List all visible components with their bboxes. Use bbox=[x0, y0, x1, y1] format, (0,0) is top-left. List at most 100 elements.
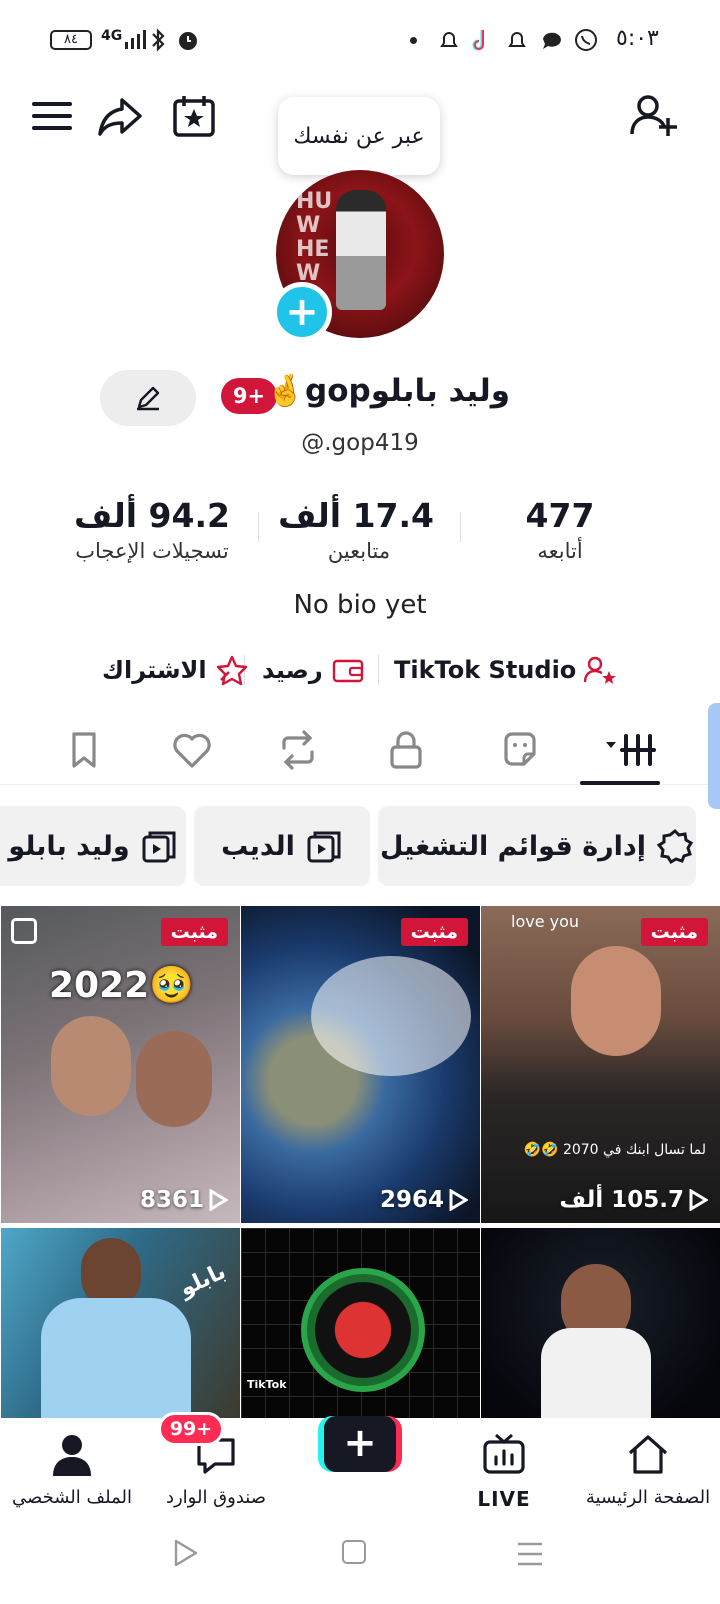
video-caption: لما تسال ابنك في 2070 🤣🤣 bbox=[523, 1142, 706, 1158]
profile-icon bbox=[53, 1435, 91, 1476]
notification-dot-icon bbox=[410, 37, 417, 44]
view-count: 8361 bbox=[140, 1187, 228, 1213]
divider bbox=[258, 512, 259, 542]
manage-playlists-chip[interactable]: إدارة قوائم التشغيل bbox=[378, 806, 696, 886]
view-count-value: 8361 bbox=[139, 1187, 204, 1213]
select-checkbox[interactable] bbox=[11, 918, 37, 944]
create-button[interactable]: + bbox=[318, 1416, 402, 1472]
nav-live-label: LIVE bbox=[477, 1487, 531, 1511]
likes-label: تسجيلات الإعجاب bbox=[75, 539, 229, 563]
gear-icon bbox=[656, 828, 694, 865]
grid-icon bbox=[606, 734, 656, 766]
playlist-chip-deep[interactable]: الديب bbox=[194, 806, 370, 886]
nav-profile-label: الملف الشخصي bbox=[12, 1487, 132, 1508]
pencil-icon bbox=[137, 386, 160, 411]
plus-icon: + bbox=[324, 1416, 396, 1472]
likes-count: 94.2 ألف bbox=[74, 496, 230, 535]
video-thumbnail[interactable]: بابلو bbox=[1, 1228, 240, 1418]
recents-menu-icon[interactable] bbox=[516, 1540, 544, 1572]
tab-stickers[interactable] bbox=[480, 715, 560, 785]
pinned-badge: مثبت bbox=[160, 918, 228, 946]
status-bar: ٨٤ 4G ٥:٠٣ bbox=[0, 0, 720, 80]
display-name-arabic: وليد بابلو bbox=[370, 373, 510, 409]
balance-label: رصيد bbox=[262, 656, 323, 684]
profile-screen: { "status_bar": { "battery": "٨٤", "netw… bbox=[0, 0, 720, 1604]
notification-bell-icon-2 bbox=[505, 28, 529, 58]
system-navigation bbox=[0, 1530, 720, 1604]
subscription-label: الاشتراك bbox=[102, 656, 207, 684]
balance-link[interactable]: رصيد bbox=[262, 650, 365, 690]
avatar-person bbox=[336, 190, 386, 310]
notification-bell-icon bbox=[437, 28, 461, 58]
edit-profile-button[interactable] bbox=[100, 370, 196, 426]
content-tabs bbox=[0, 715, 720, 785]
inbox-badge: 99+ bbox=[158, 1412, 224, 1446]
nav-profile[interactable]: الملف الشخصي bbox=[2, 1432, 142, 1508]
tab-favorites[interactable] bbox=[44, 715, 124, 785]
clock-text: ٥:٠٣ bbox=[616, 26, 659, 51]
subscription-link[interactable]: الاشتراك bbox=[102, 650, 249, 690]
video-thumbnail[interactable]: 2022🥹 مثبت 8361 bbox=[1, 906, 240, 1223]
display-name-latin: gop bbox=[305, 373, 371, 409]
video-caption: 2022🥹 bbox=[49, 965, 195, 1006]
nav-home-label: الصفحة الرئيسية bbox=[585, 1487, 711, 1508]
tab-liked[interactable] bbox=[152, 715, 232, 785]
video-caption: بابلو bbox=[175, 1259, 230, 1302]
back-triangle-icon[interactable] bbox=[172, 1538, 200, 1572]
video-thumbnail[interactable]: love you مثبت لما تسال ابنك في 2070 🤣🤣 1… bbox=[481, 906, 720, 1223]
add-story-button[interactable]: + bbox=[272, 282, 332, 342]
divider bbox=[378, 655, 379, 685]
nav-home[interactable]: الصفحة الرئيسية bbox=[578, 1432, 718, 1508]
video-thumbnail[interactable]: TikTok bbox=[241, 1228, 480, 1418]
view-count: 105.7 ألف bbox=[559, 1187, 708, 1213]
tab-reposts[interactable] bbox=[258, 715, 338, 785]
thumbnail-clouds bbox=[311, 956, 471, 1076]
playlist-label: وليد بابلو bbox=[8, 830, 130, 862]
playlist-icon bbox=[307, 831, 341, 863]
express-yourself-tooltip[interactable]: عبر عن نفسك bbox=[278, 97, 440, 175]
add-friend-icon[interactable] bbox=[628, 92, 677, 140]
tiktok-watermark: TikTok bbox=[247, 1378, 287, 1391]
bookmark-icon bbox=[72, 732, 96, 768]
tab-videos[interactable] bbox=[580, 715, 670, 785]
tooltip-text: عبر عن نفسك bbox=[293, 123, 425, 149]
signal-icon bbox=[124, 28, 146, 56]
manage-playlists-label: إدارة قوائم التشغيل bbox=[379, 830, 647, 862]
video-thumbnail[interactable] bbox=[481, 1228, 720, 1418]
thumbnail-face bbox=[571, 946, 661, 1056]
sticker-icon bbox=[504, 732, 536, 766]
display-name: وليد بابلوgop🤞 bbox=[266, 372, 510, 409]
view-count-value: 2964 bbox=[379, 1187, 444, 1213]
side-drag-handle[interactable] bbox=[708, 703, 720, 809]
following-stat[interactable]: 477 أتابعه bbox=[490, 496, 630, 563]
view-count: 2964 bbox=[380, 1187, 468, 1213]
play-icon bbox=[689, 1189, 708, 1211]
network-label: 4G bbox=[101, 28, 123, 44]
following-count: 477 bbox=[525, 496, 595, 535]
studio-person-star-icon bbox=[584, 656, 617, 684]
battery-icon: ٨٤ bbox=[50, 30, 92, 50]
live-tv-icon bbox=[483, 1433, 525, 1474]
battery-level: ٨٤ bbox=[64, 32, 78, 47]
video-thumbnail[interactable]: مثبت 2964 bbox=[241, 906, 480, 1223]
nav-inbox-label: صندوق الوارد bbox=[165, 1487, 267, 1508]
crossed-fingers-emoji: 🤞 bbox=[266, 373, 306, 409]
calendar-star-icon[interactable] bbox=[170, 92, 218, 140]
heart-icon bbox=[173, 733, 211, 768]
video-caption-top: love you bbox=[511, 912, 580, 931]
likes-stat[interactable]: 94.2 ألف تسجيلات الإعجاب bbox=[62, 496, 242, 563]
whatsapp-icon bbox=[573, 27, 599, 59]
nav-live[interactable]: LIVE bbox=[434, 1432, 574, 1511]
menu-icon[interactable] bbox=[28, 92, 76, 140]
tiktok-studio-link[interactable]: TikTok Studio bbox=[394, 650, 618, 690]
playlist-chip-walid[interactable]: وليد بابلو bbox=[0, 806, 186, 886]
home-square-icon[interactable] bbox=[342, 1540, 366, 1564]
divider bbox=[460, 512, 461, 542]
followers-count: 17.4 ألف bbox=[278, 496, 434, 535]
share-icon[interactable] bbox=[96, 92, 144, 140]
tab-private[interactable] bbox=[366, 715, 446, 785]
thumbnail-shirt bbox=[41, 1298, 191, 1418]
play-icon bbox=[449, 1189, 468, 1211]
bio-text[interactable]: No bio yet bbox=[0, 590, 720, 620]
followers-stat[interactable]: 17.4 ألف متابعين bbox=[278, 496, 434, 563]
